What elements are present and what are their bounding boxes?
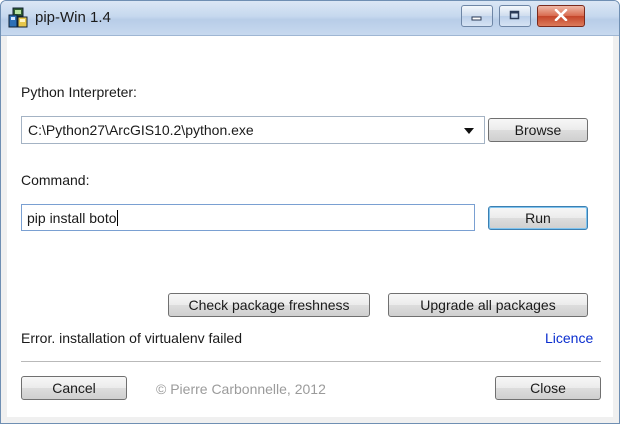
- maximize-icon: [509, 8, 521, 24]
- title-bar[interactable]: pip-Win 1.4: [1, 1, 619, 36]
- maximize-button[interactable]: [499, 5, 531, 27]
- app-window: pip-Win 1.4 Python Interpreter: C:\Pytho…: [0, 0, 620, 424]
- run-button[interactable]: Run: [488, 206, 588, 230]
- pip-win-app-icon: [7, 7, 29, 29]
- window-title: pip-Win 1.4: [35, 9, 111, 26]
- upgrade-all-packages-button[interactable]: Upgrade all packages: [388, 293, 588, 317]
- status-message: Error. installation of virtualenv failed: [21, 330, 242, 346]
- footer-divider: [21, 361, 601, 363]
- client-area: Python Interpreter: C:\Python27\ArcGIS10…: [7, 36, 613, 417]
- command-input[interactable]: pip install boto: [21, 204, 475, 231]
- interpreter-value: C:\Python27\ArcGIS10.2\python.exe: [28, 122, 254, 138]
- close-window-button[interactable]: [537, 5, 585, 27]
- copyright-text: © Pierre Carbonnelle, 2012: [156, 381, 326, 397]
- interpreter-label: Python Interpreter:: [21, 84, 137, 100]
- close-icon: [554, 8, 568, 24]
- minimize-icon: [471, 8, 483, 24]
- command-label: Command:: [21, 172, 90, 188]
- cancel-button[interactable]: Cancel: [21, 376, 127, 400]
- close-button[interactable]: Close: [495, 376, 601, 400]
- check-package-freshness-button[interactable]: Check package freshness: [168, 293, 370, 317]
- minimize-button[interactable]: [461, 5, 493, 27]
- command-value: pip install boto: [27, 210, 118, 226]
- chevron-down-icon[interactable]: [464, 128, 474, 134]
- browse-button[interactable]: Browse: [488, 118, 588, 142]
- licence-link[interactable]: Licence: [545, 330, 593, 346]
- interpreter-dropdown[interactable]: C:\Python27\ArcGIS10.2\python.exe: [21, 116, 485, 144]
